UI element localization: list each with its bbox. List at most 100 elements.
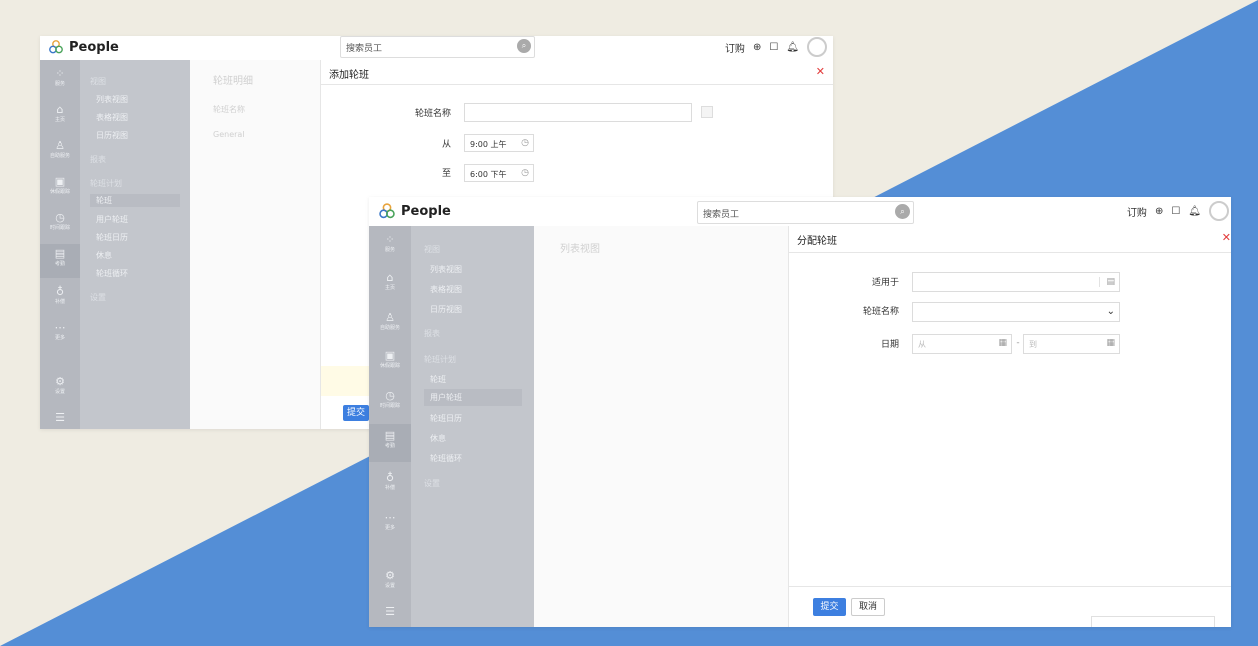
submenu-shift-calendar[interactable]: 轮班日历	[430, 413, 462, 424]
submenu-table-view[interactable]: 表格视图	[96, 112, 128, 123]
grid-icon: ⁘	[55, 67, 65, 80]
grid-icon: ⁘	[385, 233, 395, 246]
date-to-input[interactable]: 到 ▦	[1023, 334, 1120, 354]
shift-name-input[interactable]	[464, 103, 692, 122]
date-to-placeholder: 到	[1029, 340, 1037, 349]
dialog-footer: 提交 取消	[789, 586, 1231, 627]
applies-to-input[interactable]: ▤	[912, 272, 1120, 292]
submenu-shift-cycle[interactable]: 轮班循环	[96, 268, 128, 279]
search-placeholder: 搜索员工	[703, 210, 740, 220]
rail-item-home[interactable]: ⌂ 主页	[369, 272, 411, 292]
shift-name-label: 轮班名称	[414, 109, 451, 119]
rail-item-self-service[interactable]: ♙ 自助服务	[40, 140, 80, 160]
clock-icon[interactable]: ◷	[521, 168, 529, 178]
submenu-list-view[interactable]: 列表视图	[430, 264, 462, 275]
chevron-down-icon[interactable]: ⌄	[1107, 306, 1115, 317]
app-logo[interactable]: People	[48, 39, 119, 55]
table-row: General	[213, 130, 245, 139]
assign-shift-dialog: 分配轮班 ✕ 适用于 ▤ 轮班名称 ⌄ 日期 从 ▦ - 到 ▦ 提交 取消	[788, 226, 1231, 627]
avatar[interactable]	[1209, 201, 1229, 221]
help-icon[interactable]: ☐	[769, 42, 778, 53]
submit-button[interactable]: 提交	[813, 598, 846, 616]
attendance-icon: ▤	[384, 429, 396, 442]
shift-color-checkbox[interactable]	[701, 106, 713, 118]
submenu-settings[interactable]: 设置	[90, 292, 106, 303]
bell-icon[interactable]: 🔔︎	[786, 42, 799, 53]
search-input[interactable]: 搜索员工 ⌕	[340, 36, 535, 58]
hint-panel	[1091, 616, 1215, 627]
search-icon[interactable]: ⌕	[517, 39, 531, 53]
submenu-shift-cycle[interactable]: 轮班循环	[430, 453, 462, 464]
close-icon[interactable]: ✕	[816, 65, 825, 78]
submenu-calendar-view[interactable]: 日历视图	[96, 130, 128, 141]
from-time-input[interactable]: 9:00 上午 ◷	[464, 134, 534, 152]
submenu-settings[interactable]: 设置	[424, 478, 440, 489]
rail-item-compensation[interactable]: ♁ 补偿	[40, 286, 80, 306]
gear-icon: ⚙	[55, 375, 65, 388]
rail-item-attendance[interactable]: ▤ 考勤	[40, 244, 80, 278]
top-actions: 订购 ⊕ ☐ 🔔︎	[725, 37, 827, 57]
app-logo[interactable]: People	[378, 202, 451, 220]
bell-icon[interactable]: 🔔︎	[1188, 206, 1201, 217]
rail-item-more[interactable]: ⋯ 更多	[369, 512, 411, 532]
rail-item-time[interactable]: ◷ 时间跟踪	[369, 390, 411, 410]
rail-item-time[interactable]: ◷ 时间跟踪	[40, 212, 80, 232]
rail-item-settings[interactable]: ⚙ 设置	[369, 570, 411, 590]
submenu-group-shift-plan: 轮班计划	[424, 355, 456, 364]
date-from-input[interactable]: 从 ▦	[912, 334, 1012, 354]
help-icon[interactable]: ☐	[1171, 206, 1180, 217]
rail-item-self-service[interactable]: ♙ 自助服务	[369, 312, 411, 332]
rail-item-more[interactable]: ⋯ 更多	[40, 322, 80, 342]
submenu-user-shift[interactable]: 用户轮班	[96, 214, 128, 225]
submenu-break[interactable]: 休息	[96, 250, 112, 261]
subscribe-link[interactable]: 订购	[1127, 204, 1147, 219]
more-icon: ⋯	[54, 321, 66, 334]
calendar-icon: ▣	[54, 175, 66, 188]
icon-rail: ⁘ 服务 ⌂ 主页 ♙ 自助服务 ▣ 休假跟踪 ◷ 时间跟踪 ▤ 考勤 ♁ 补偿 ⋯ 更多 ⚙ 设…	[369, 226, 411, 627]
submenu-reports[interactable]: 报表	[424, 328, 440, 339]
add-icon[interactable]: ⊕	[753, 42, 761, 53]
employee-picker-icon[interactable]: ▤	[1099, 277, 1115, 287]
cancel-button[interactable]: 取消	[851, 598, 885, 616]
money-icon: ♁	[385, 471, 395, 484]
search-input[interactable]: 搜索员工 ⌕	[697, 201, 914, 224]
rail-item-services[interactable]: ⁘ 服务	[369, 234, 411, 254]
search-icon[interactable]: ⌕	[895, 204, 910, 219]
submenu-user-shift[interactable]: 用户轮班	[424, 389, 522, 406]
rail-item-services[interactable]: ⁘ 服务	[40, 68, 80, 88]
submenu-break[interactable]: 休息	[430, 433, 446, 444]
submenu-shift[interactable]: 轮班	[90, 194, 180, 207]
date-label: 日期	[880, 340, 899, 350]
rail-item-leave[interactable]: ▣ 休假跟踪	[40, 176, 80, 196]
collapse-icon[interactable]: ☰	[40, 412, 80, 424]
people-logo-icon	[49, 40, 63, 54]
shift-name-select[interactable]: ⌄	[912, 302, 1120, 322]
submenu-shift[interactable]: 轮班	[430, 374, 446, 385]
calendar-icon[interactable]: ▦	[1106, 338, 1115, 348]
rail-item-settings[interactable]: ⚙ 设置	[40, 376, 80, 396]
to-time-input[interactable]: 6:00 下午 ◷	[464, 164, 534, 182]
calendar-icon[interactable]: ▦	[998, 338, 1007, 348]
applies-to-label: 适用于	[871, 278, 899, 288]
avatar[interactable]	[807, 37, 827, 57]
rail-item-home[interactable]: ⌂ 主页	[40, 104, 80, 124]
rail-item-attendance[interactable]: ▤ 考勤	[369, 424, 411, 462]
rail-item-compensation[interactable]: ♁ 补偿	[369, 472, 411, 492]
submenu-table-view[interactable]: 表格视图	[430, 284, 462, 295]
app-name: People	[401, 203, 451, 219]
sidebar: ⁘ 服务 ⌂ 主页 ♙ 自助服务 ▣ 休假跟踪 ◷ 时间跟踪 ▤ 考勤 ♁ 补偿 ⋯ 更多 ⚙ 设…	[40, 60, 190, 429]
clock-icon[interactable]: ◷	[521, 138, 529, 148]
submenu-group-shift-plan: 轮班计划	[90, 179, 122, 188]
submit-button[interactable]: 提交	[343, 405, 369, 421]
rail-item-leave[interactable]: ▣ 休假跟踪	[369, 350, 411, 370]
date-separator: -	[1016, 338, 1020, 348]
close-icon[interactable]: ✕	[1222, 231, 1231, 244]
subscribe-link[interactable]: 订购	[725, 40, 745, 55]
submenu-list-view[interactable]: 列表视图	[96, 94, 128, 105]
submenu-reports[interactable]: 报表	[90, 154, 106, 165]
submenu-calendar-view[interactable]: 日历视图	[430, 304, 462, 315]
add-icon[interactable]: ⊕	[1155, 206, 1163, 217]
collapse-icon[interactable]: ☰	[369, 606, 411, 618]
submenu-shift-calendar[interactable]: 轮班日历	[96, 232, 128, 243]
to-label: 至	[441, 169, 451, 179]
